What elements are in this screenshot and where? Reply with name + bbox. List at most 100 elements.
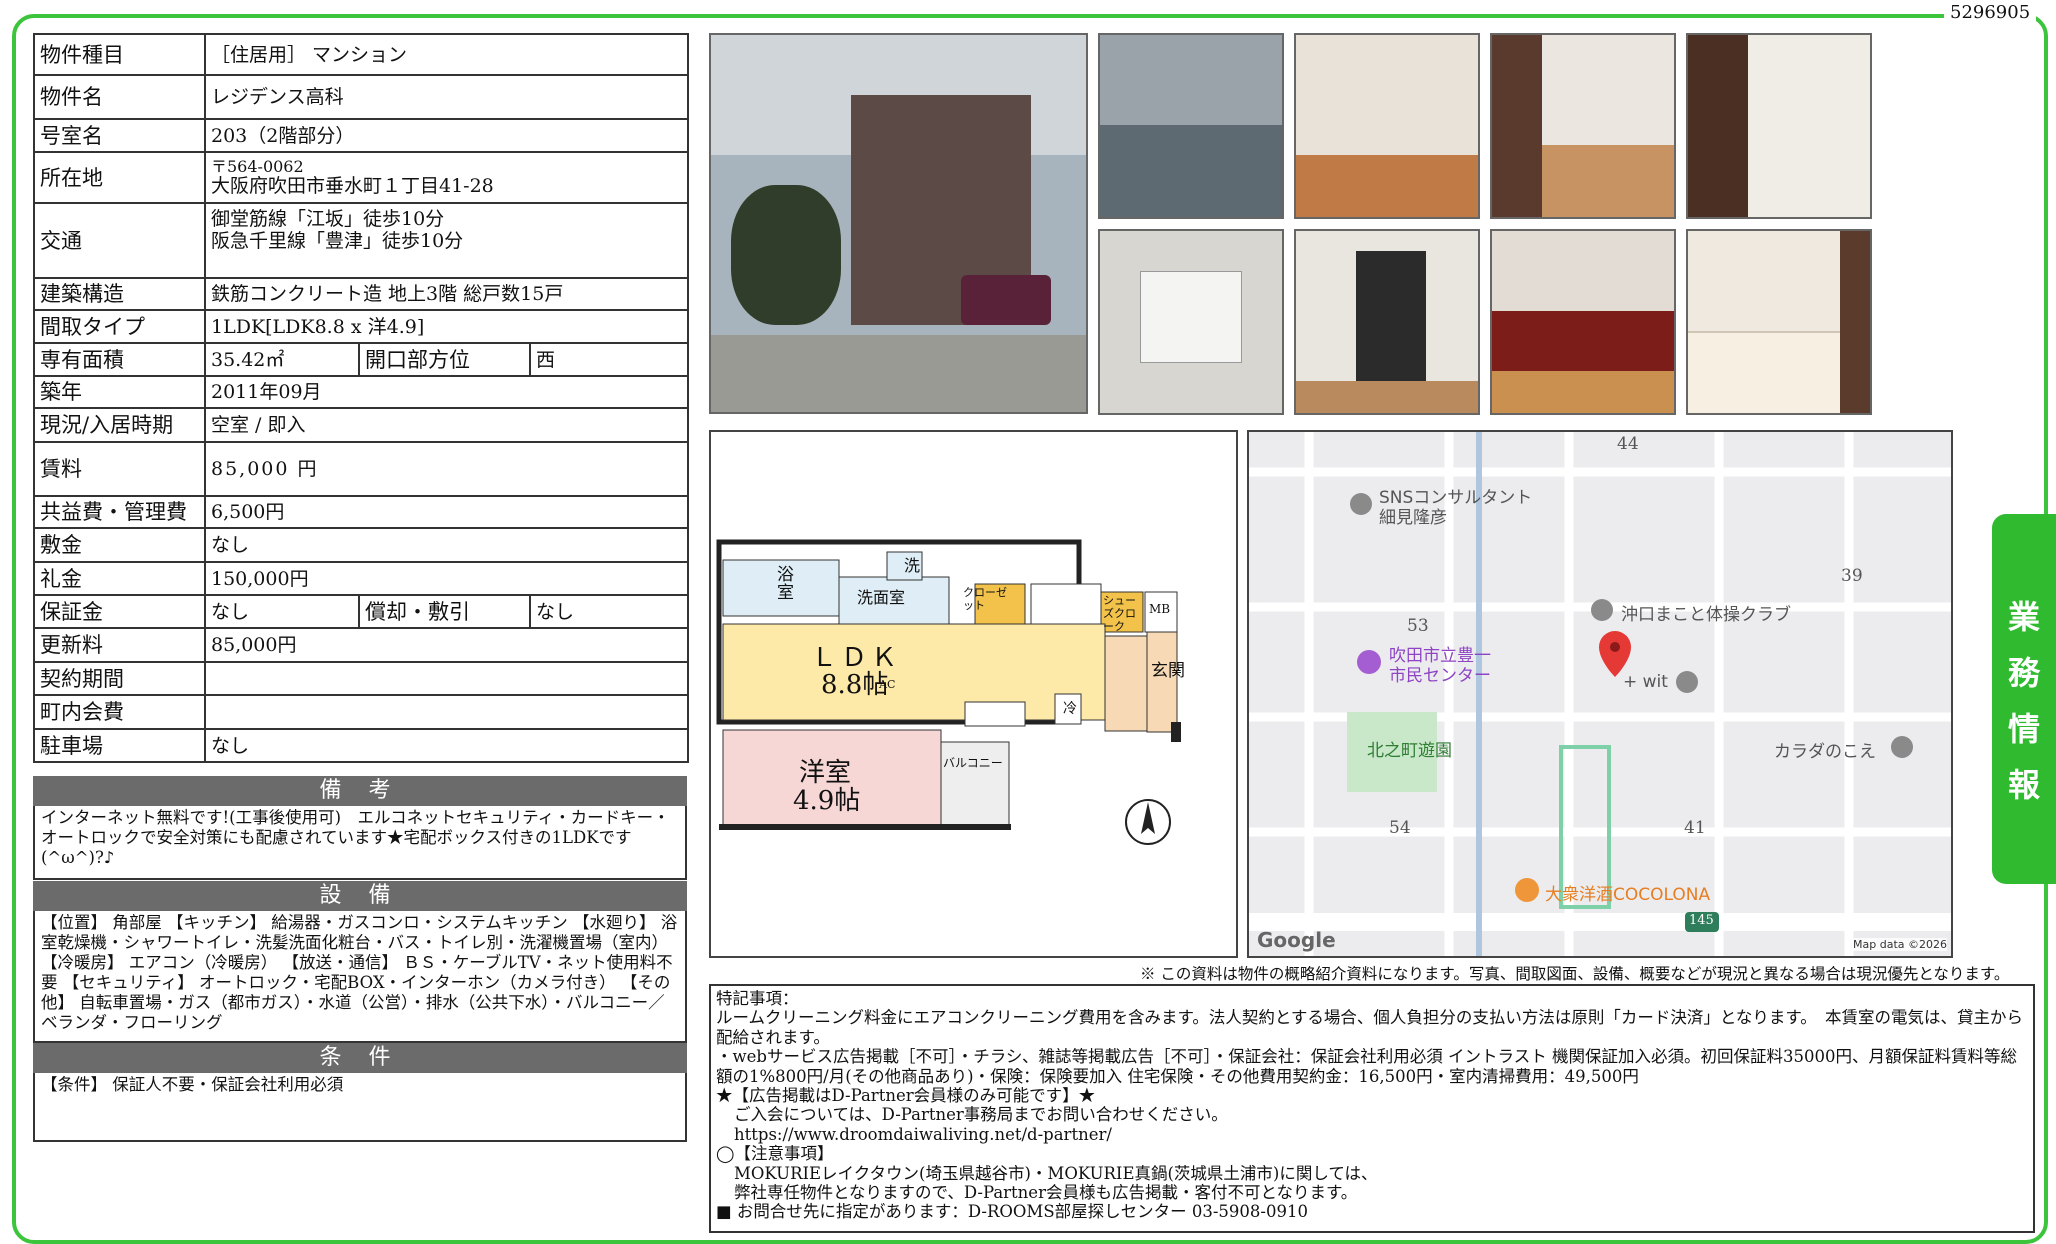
- floor-plan-drawing: [716, 539, 1181, 845]
- room-value: 203（2階部分）: [203, 118, 690, 153]
- remarks-text: インターネット無料です!(工事後使用可) エルコネットセキュリティ・カードキー・…: [33, 806, 687, 880]
- route-number: 145: [1689, 913, 1714, 928]
- notes-line: ◯【注意事項】: [716, 1144, 834, 1164]
- structure-value: 鉄筋コンクリート造 地上3階 総戸数15戸: [203, 277, 690, 311]
- mb-label: MB: [1149, 602, 1171, 616]
- fridge-label: 冷: [1063, 701, 1077, 717]
- fee-value: 6,500円: [203, 495, 690, 529]
- remarks-section: 備 考 インターネット無料です!(工事後使用可) エルコネットセキュリティ・カー…: [33, 776, 687, 880]
- entrance-door-photo[interactable]: [1294, 229, 1480, 415]
- map-streets: [1249, 432, 1951, 956]
- notes-contact: ■ お問合せ先に指定があります：D-ROOMS部屋探しセンター 03-5908-…: [716, 1202, 1308, 1222]
- built-value: 2011年09月: [203, 375, 690, 409]
- facilities-section: 設 備 【位置】 角部屋 【キッチン】 給湯器・ガスコンロ・システムキッチン 【…: [33, 881, 687, 1043]
- facilities-title: 設 備: [33, 881, 687, 911]
- renewal-value: 85,000円: [203, 627, 690, 663]
- washer-label: 洗: [904, 556, 921, 575]
- name-value: レジデンス高科: [203, 74, 690, 120]
- parking-value: なし: [203, 728, 690, 763]
- community-value: [203, 694, 690, 730]
- postal-code: 〒564-0062: [211, 156, 304, 176]
- facilities-text: 【位置】 角部屋 【キッチン】 給湯器・ガスコンロ・システムキッチン 【水廻り】…: [33, 911, 687, 1043]
- address-label: 所在地: [33, 151, 206, 204]
- status-value: 空室 / 即入: [203, 407, 690, 443]
- access-cell: 御堂筋線「江坂」徒歩10分 阪急千里線「豊津」徒歩10分: [203, 202, 690, 279]
- amort-value: なし: [528, 594, 690, 629]
- kitchen-faucet-photo[interactable]: [1098, 33, 1284, 219]
- shoes-closet-label: シューズクローク: [1103, 594, 1136, 633]
- key-money-value: 150,000円: [203, 561, 690, 596]
- notes-line: ご入会については、D-Partner事務局までお問い合わせください。: [734, 1105, 1228, 1125]
- layout-label: 間取タイプ: [33, 309, 206, 344]
- poi-gym-club[interactable]: 沖口まこと体操クラブ: [1621, 600, 1791, 625]
- community-label: 町内会費: [33, 694, 206, 730]
- special-notes: 特記事項： ルームクリーニング料金にエアコンクリーニング費用を含みます。法人契約…: [709, 984, 2035, 1233]
- deposit-label: 敷金: [33, 527, 206, 563]
- hallway-photo[interactable]: [1490, 33, 1676, 219]
- block-number: 41: [1684, 818, 1706, 838]
- address-cell: 〒564-0062 大阪府吹田市垂水町１丁目41-28: [203, 151, 690, 204]
- google-logo: Google: [1257, 928, 1336, 952]
- block-number: 39: [1841, 566, 1863, 586]
- floor-plan[interactable]: 浴室 洗面室 洗 クローゼット シューズクローク MB ＬＤＫ 8.8帖 AC …: [709, 430, 1238, 958]
- bathroom-photo[interactable]: [1686, 229, 1872, 415]
- poi-sns-consultant[interactable]: SNSコンサルタント 細見隆彦: [1379, 488, 1532, 528]
- notes-heading: 特記事項：: [716, 989, 799, 1008]
- block-number: 54: [1389, 818, 1411, 838]
- kitchen-counter-photo[interactable]: [1490, 229, 1676, 415]
- poi-park[interactable]: 北之町遊園: [1367, 736, 1452, 761]
- direction-label: 開口部方位: [358, 342, 531, 377]
- washroom-label: 洗面室: [857, 588, 906, 607]
- room-label: 号室名: [33, 118, 206, 153]
- bath-label: 浴室: [777, 565, 794, 603]
- tab-char: 務: [2007, 654, 2040, 692]
- security-value: なし: [204, 594, 360, 629]
- contract-value: [203, 661, 690, 696]
- parking-label: 駐車場: [33, 728, 206, 763]
- address-value: 大阪府吹田市垂水町１丁目41-28: [211, 174, 494, 197]
- status-label: 現況/入居時期: [33, 407, 206, 443]
- ac-label: AC: [879, 678, 896, 691]
- closet-label: クローゼット: [963, 586, 1007, 612]
- building-exterior-photo[interactable]: [709, 33, 1088, 414]
- notes-line: ・webサービス広告掲載［不可］・チラシ、雑誌等掲載広告［不可］・保証会社：保証…: [716, 1047, 2017, 1086]
- built-label: 築年: [33, 375, 206, 409]
- poi-cocolona[interactable]: 大衆洋酒COCOLONA: [1545, 880, 1710, 905]
- poi-wit[interactable]: + wit: [1623, 672, 1668, 692]
- block-number: 44: [1617, 434, 1639, 454]
- map-attribution: Map data ©2026: [1853, 938, 1947, 951]
- structure-label: 建築構造: [33, 277, 206, 311]
- rent-value: 85,000 円: [203, 441, 690, 497]
- access-label: 交通: [33, 202, 206, 279]
- poi-karada[interactable]: カラダのこえ: [1774, 737, 1876, 762]
- storage-shelf-photo[interactable]: [1686, 33, 1872, 219]
- western-room-size: 4.9帖: [793, 786, 861, 816]
- property-spec-table: 物件種目 ［住居用］ マンション 物件名 レジデンス高科 号室名 203（2階部分） …: [33, 33, 690, 763]
- fee-label: 共益費・管理費: [33, 495, 206, 529]
- area-value: 35.42㎡: [204, 342, 360, 377]
- conditions-title: 条 件: [33, 1043, 687, 1073]
- deposit-value: なし: [203, 527, 690, 563]
- notes-line: ルームクリーニング料金にエアコンクリーニング費用を含みます。法人契約とする場合、…: [716, 1008, 2023, 1047]
- type-value: ［住居用］ マンション: [203, 33, 690, 76]
- water-heater-panel-photo[interactable]: [1098, 229, 1284, 415]
- rent-label: 賃料: [33, 441, 206, 497]
- ceiling-ac-photo[interactable]: [1294, 33, 1480, 219]
- conditions-section: 条 件 【条件】 保証人不要・保証会社利用必須: [33, 1043, 687, 1142]
- layout-value: 1LDK[LDK8.8 x 洋4.9]: [203, 309, 690, 344]
- location-map[interactable]: 44 39 53 54 41 145 SNSコンサルタント 細見隆彦 沖口まこと…: [1247, 430, 1953, 958]
- poi-civic-center[interactable]: 吹田市立豊一 市民センター: [1389, 646, 1491, 686]
- partner-link[interactable]: https://www.droomdaiwaliving.net/d-partn…: [716, 1125, 2028, 1144]
- document-id: 5296905: [1944, 2, 2037, 23]
- amort-label: 償却・敷引: [358, 594, 531, 629]
- notes-line: 弊社専任物件となりますので、D-Partner会員様も広告掲載・客付不可となりま…: [734, 1183, 1358, 1203]
- block-number: 53: [1407, 616, 1429, 636]
- key-money-label: 礼金: [33, 561, 206, 596]
- tab-char: 報: [2007, 766, 2040, 804]
- name-label: 物件名: [33, 74, 206, 120]
- notes-line: MOKURIEレイクタウン(埼玉県越谷市)・MOKURIE真鍋(茨城県土浦市)に…: [734, 1163, 1378, 1183]
- entrance-label: 玄関: [1151, 661, 1185, 681]
- notes-line: ★【広告掲載はD-Partner会員様のみ可能です】★: [716, 1086, 1096, 1106]
- direction-value: 西: [528, 342, 690, 377]
- business-info-tab[interactable]: 業 務 情 報: [1992, 514, 2056, 884]
